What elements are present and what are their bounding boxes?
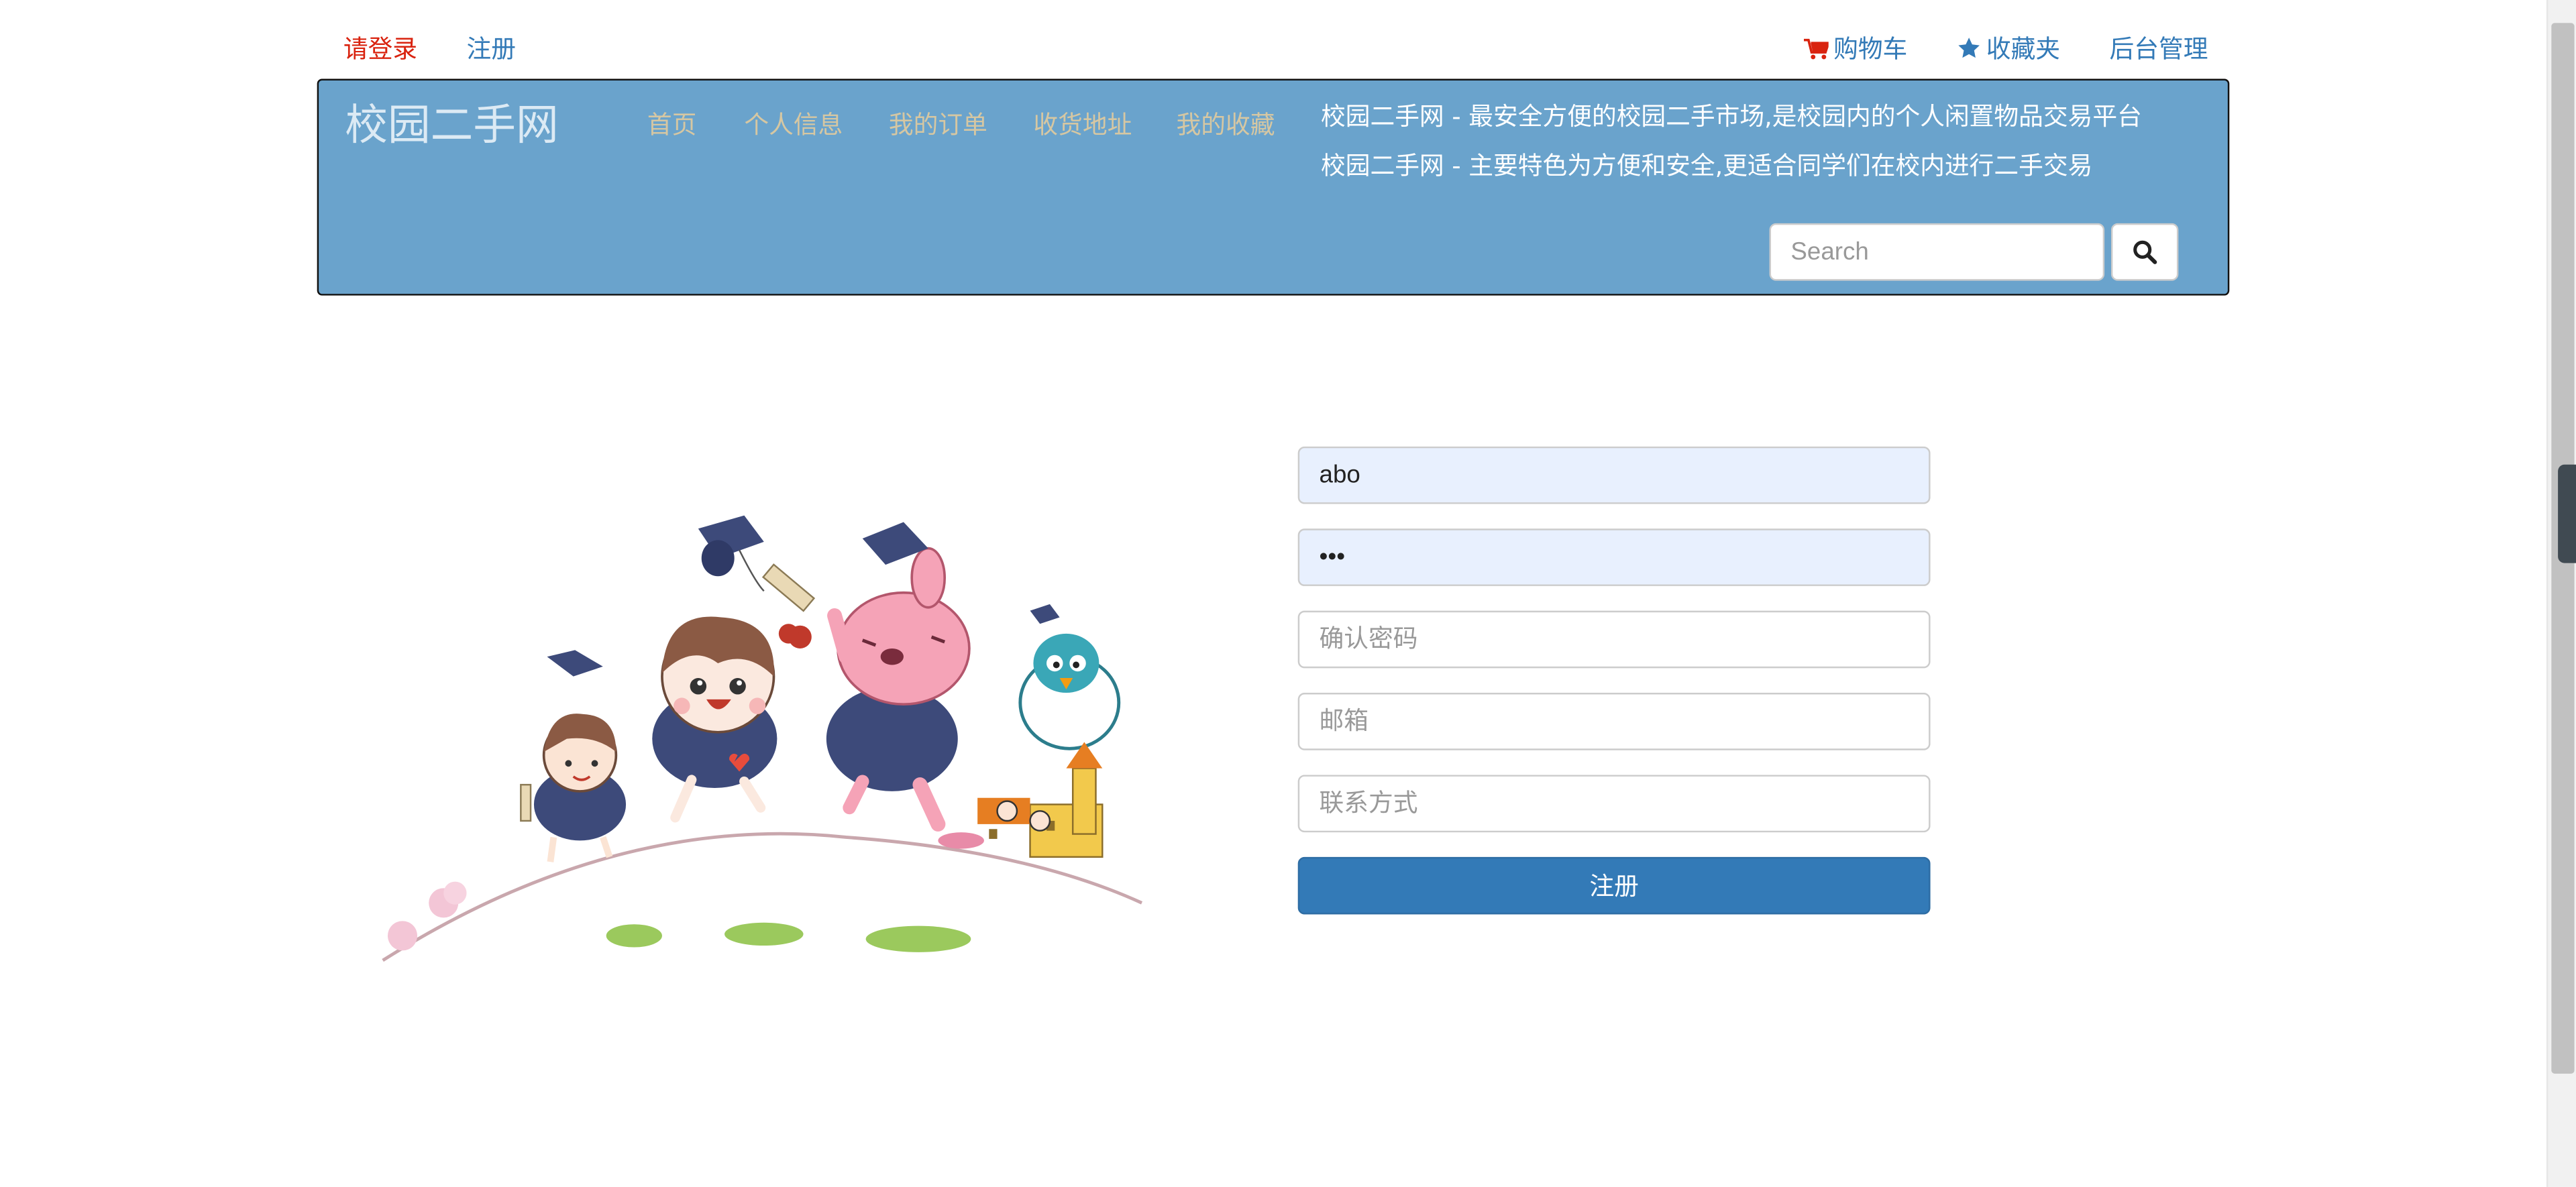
search-input[interactable] [1769,223,2105,281]
password-field[interactable] [1297,528,1931,586]
graduation-illustration [382,515,1143,962]
admin-link[interactable]: 后台管理 [2110,32,2208,66]
slogan-line-2: 校园二手网 - 主要特色为方便和安全,更适合同学们在校内进行二手交易 [1320,151,2093,181]
shopping-cart-icon [1804,38,1829,60]
slogan-line-1: 校园二手网 - 最安全方便的校园二手市场,是校园内的个人闲置物品交易平台 [1320,101,2142,131]
register-link[interactable]: 注册 [467,32,517,66]
nav-item-home[interactable]: 首页 [647,107,697,141]
favorites-link[interactable]: 收藏夹 [1957,32,2060,66]
login-link[interactable]: 请登录 [343,32,417,66]
contact-field[interactable] [1297,775,1931,833]
side-panel-handle[interactable] [2558,464,2576,563]
email-field[interactable] [1297,693,1931,750]
register-button[interactable]: 注册 [1297,856,1931,915]
main-navbar: 校园二手网 首页 个人信息 我的订单 收货地址 我的收藏 校园二手网 - 最安全… [317,78,2230,296]
nav-item-orders[interactable]: 我的订单 [889,107,987,141]
cart-label: 购物车 [1833,34,1908,64]
favorites-label: 收藏夹 [1986,34,2061,64]
confirm-password-field[interactable] [1297,610,1931,669]
vertical-scrollbar[interactable] [2546,0,2576,1187]
site-brand[interactable]: 校园二手网 [345,92,558,153]
page: 请登录 注册 购物车 收藏夹 后台管理 校园二手网 首页 个人信息 我的订单 收… [0,0,2576,1187]
search-button[interactable] [2110,223,2179,281]
cart-link[interactable]: 购物车 [1804,32,1907,66]
nav-item-favorites[interactable]: 我的收藏 [1176,107,1275,141]
magnifier-icon [2133,240,2157,264]
username-field[interactable] [1297,446,1931,504]
nav-item-address[interactable]: 收货地址 [1033,107,1132,141]
nav-item-profile[interactable]: 个人信息 [744,107,843,141]
star-icon [1958,38,1980,58]
